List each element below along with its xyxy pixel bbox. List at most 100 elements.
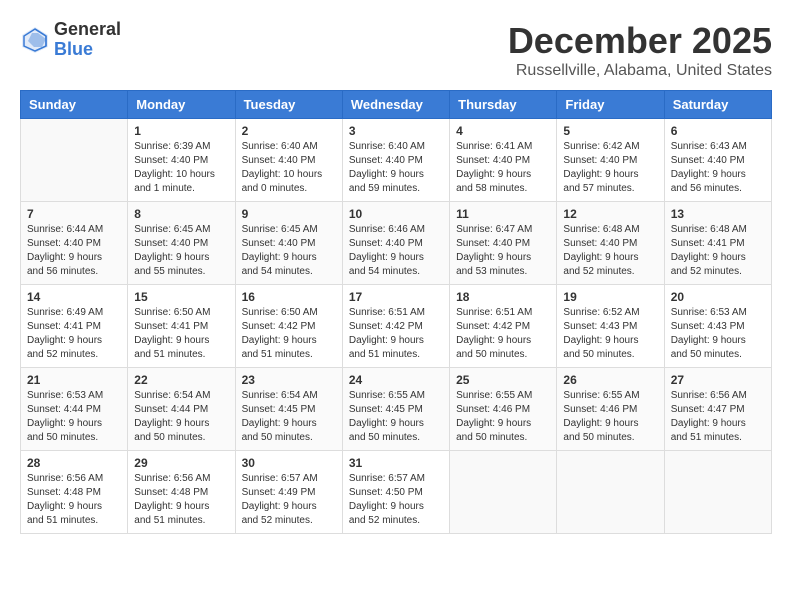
day-info: Sunrise: 6:40 AM Sunset: 4:40 PM Dayligh…: [242, 140, 336, 196]
calendar-cell: 5 Sunrise: 6:42 AM Sunset: 4:40 PM Daylig…: [557, 119, 664, 202]
day-info: Sunrise: 6:40 AM Sunset: 4:40 PM Dayligh…: [349, 140, 443, 196]
day-info: Sunrise: 6:48 AM Sunset: 4:41 PM Dayligh…: [671, 223, 765, 279]
logo-general: General: [54, 20, 121, 40]
day-number: 11: [456, 207, 550, 221]
day-number: 13: [671, 207, 765, 221]
calendar-cell: 8 Sunrise: 6:45 AM Sunset: 4:40 PM Daylig…: [128, 202, 235, 285]
day-number: 5: [563, 124, 657, 138]
day-info: Sunrise: 6:45 AM Sunset: 4:40 PM Dayligh…: [134, 223, 228, 279]
day-number: 6: [671, 124, 765, 138]
weekday-header-monday: Monday: [128, 91, 235, 119]
calendar-cell: 20 Sunrise: 6:53 AM Sunset: 4:43 PM Dayli…: [664, 285, 771, 368]
calendar-cell: 31 Sunrise: 6:57 AM Sunset: 4:50 PM Dayli…: [342, 451, 449, 534]
day-info: Sunrise: 6:47 AM Sunset: 4:40 PM Dayligh…: [456, 223, 550, 279]
day-number: 31: [349, 456, 443, 470]
logo-text: General Blue: [54, 20, 121, 60]
day-number: 3: [349, 124, 443, 138]
day-number: 16: [242, 290, 336, 304]
logo: General Blue: [20, 20, 121, 60]
calendar-cell: [450, 451, 557, 534]
day-info: Sunrise: 6:56 AM Sunset: 4:48 PM Dayligh…: [27, 472, 121, 528]
calendar-cell: 4Sunrise: 6:41 AM Sunset: 4:40 PM Daylig…: [450, 119, 557, 202]
day-info: Sunrise: 6:42 AM Sunset: 4:40 PM Dayligh…: [563, 140, 657, 196]
calendar-cell: 23Sunrise: 6:54 AM Sunset: 4:45 PM Dayli…: [235, 368, 342, 451]
day-info: Sunrise: 6:43 AM Sunset: 4:40 PM Dayligh…: [671, 140, 765, 196]
day-info: Sunrise: 6:52 AM Sunset: 4:43 PM Dayligh…: [563, 306, 657, 362]
day-info: Sunrise: 6:39 AM Sunset: 4:40 PM Dayligh…: [134, 140, 228, 196]
calendar-cell: [21, 119, 128, 202]
day-number: 29: [134, 456, 228, 470]
calendar-cell: 21Sunrise: 6:53 AM Sunset: 4:44 PM Dayli…: [21, 368, 128, 451]
day-number: 22: [134, 373, 228, 387]
calendar-cell: 15 Sunrise: 6:50 AM Sunset: 4:41 PM Dayli…: [128, 285, 235, 368]
calendar-cell: 16 Sunrise: 6:50 AM Sunset: 4:42 PM Dayli…: [235, 285, 342, 368]
day-info: Sunrise: 6:55 AM Sunset: 4:46 PM Dayligh…: [456, 389, 550, 445]
header: General Blue December 2025 Russellville,…: [20, 20, 772, 80]
calendar-cell: 25 Sunrise: 6:55 AM Sunset: 4:46 PM Dayli…: [450, 368, 557, 451]
calendar-cell: 14 Sunrise: 6:49 AM Sunset: 4:41 PM Dayli…: [21, 285, 128, 368]
day-number: 19: [563, 290, 657, 304]
calendar-cell: 17 Sunrise: 6:51 AM Sunset: 4:42 PM Dayli…: [342, 285, 449, 368]
weekday-header-tuesday: Tuesday: [235, 91, 342, 119]
calendar-cell: 7 Sunrise: 6:44 AM Sunset: 4:40 PM Daylig…: [21, 202, 128, 285]
day-number: 4: [456, 124, 550, 138]
calendar-cell: 3 Sunrise: 6:40 AM Sunset: 4:40 PM Daylig…: [342, 119, 449, 202]
day-info: Sunrise: 6:51 AM Sunset: 4:42 PM Dayligh…: [456, 306, 550, 362]
day-info: Sunrise: 6:49 AM Sunset: 4:41 PM Dayligh…: [27, 306, 121, 362]
day-info: Sunrise: 6:57 AM Sunset: 4:50 PM Dayligh…: [349, 472, 443, 528]
day-number: 26: [563, 373, 657, 387]
day-number: 12: [563, 207, 657, 221]
day-number: 21: [27, 373, 121, 387]
day-number: 8: [134, 207, 228, 221]
weekday-header-sunday: Sunday: [21, 91, 128, 119]
calendar-cell: 28Sunrise: 6:56 AM Sunset: 4:48 PM Dayli…: [21, 451, 128, 534]
weekday-header-row: SundayMondayTuesdayWednesdayThursdayFrid…: [21, 91, 772, 119]
day-number: 14: [27, 290, 121, 304]
day-info: Sunrise: 6:53 AM Sunset: 4:43 PM Dayligh…: [671, 306, 765, 362]
week-row-1: 1 Sunrise: 6:39 AM Sunset: 4:40 PM Daylig…: [21, 119, 772, 202]
day-info: Sunrise: 6:55 AM Sunset: 4:45 PM Dayligh…: [349, 389, 443, 445]
calendar-cell: 30Sunrise: 6:57 AM Sunset: 4:49 PM Dayli…: [235, 451, 342, 534]
page-container: General Blue December 2025 Russellville,…: [20, 20, 772, 534]
calendar-cell: 22Sunrise: 6:54 AM Sunset: 4:44 PM Dayli…: [128, 368, 235, 451]
day-info: Sunrise: 6:50 AM Sunset: 4:42 PM Dayligh…: [242, 306, 336, 362]
day-info: Sunrise: 6:56 AM Sunset: 4:47 PM Dayligh…: [671, 389, 765, 445]
calendar-cell: 19 Sunrise: 6:52 AM Sunset: 4:43 PM Dayli…: [557, 285, 664, 368]
day-number: 15: [134, 290, 228, 304]
calendar-header: SundayMondayTuesdayWednesdayThursdayFrid…: [21, 91, 772, 119]
day-number: 25: [456, 373, 550, 387]
calendar-cell: 26Sunrise: 6:55 AM Sunset: 4:46 PM Dayli…: [557, 368, 664, 451]
calendar-cell: 11 Sunrise: 6:47 AM Sunset: 4:40 PM Dayli…: [450, 202, 557, 285]
day-number: 27: [671, 373, 765, 387]
calendar-cell: [664, 451, 771, 534]
day-info: Sunrise: 6:57 AM Sunset: 4:49 PM Dayligh…: [242, 472, 336, 528]
calendar-body: 1 Sunrise: 6:39 AM Sunset: 4:40 PM Daylig…: [21, 119, 772, 534]
day-number: 17: [349, 290, 443, 304]
day-number: 1: [134, 124, 228, 138]
day-number: 7: [27, 207, 121, 221]
main-title: December 2025: [508, 20, 772, 62]
week-row-2: 7 Sunrise: 6:44 AM Sunset: 4:40 PM Daylig…: [21, 202, 772, 285]
calendar-cell: 18 Sunrise: 6:51 AM Sunset: 4:42 PM Dayli…: [450, 285, 557, 368]
day-info: Sunrise: 6:45 AM Sunset: 4:40 PM Dayligh…: [242, 223, 336, 279]
subtitle: Russellville, Alabama, United States: [508, 62, 772, 80]
day-number: 10: [349, 207, 443, 221]
weekday-header-saturday: Saturday: [664, 91, 771, 119]
day-info: Sunrise: 6:56 AM Sunset: 4:48 PM Dayligh…: [134, 472, 228, 528]
day-number: 2: [242, 124, 336, 138]
week-row-5: 28Sunrise: 6:56 AM Sunset: 4:48 PM Dayli…: [21, 451, 772, 534]
calendar-cell: [557, 451, 664, 534]
calendar-cell: 24Sunrise: 6:55 AM Sunset: 4:45 PM Dayli…: [342, 368, 449, 451]
calendar-cell: 2 Sunrise: 6:40 AM Sunset: 4:40 PM Daylig…: [235, 119, 342, 202]
calendar-cell: 10Sunrise: 6:46 AM Sunset: 4:40 PM Dayli…: [342, 202, 449, 285]
day-info: Sunrise: 6:51 AM Sunset: 4:42 PM Dayligh…: [349, 306, 443, 362]
day-number: 20: [671, 290, 765, 304]
week-row-4: 21Sunrise: 6:53 AM Sunset: 4:44 PM Dayli…: [21, 368, 772, 451]
logo-icon: [20, 25, 50, 55]
calendar-cell: 13 Sunrise: 6:48 AM Sunset: 4:41 PM Dayli…: [664, 202, 771, 285]
day-info: Sunrise: 6:50 AM Sunset: 4:41 PM Dayligh…: [134, 306, 228, 362]
day-info: Sunrise: 6:44 AM Sunset: 4:40 PM Dayligh…: [27, 223, 121, 279]
day-number: 9: [242, 207, 336, 221]
day-info: Sunrise: 6:48 AM Sunset: 4:40 PM Dayligh…: [563, 223, 657, 279]
day-number: 18: [456, 290, 550, 304]
